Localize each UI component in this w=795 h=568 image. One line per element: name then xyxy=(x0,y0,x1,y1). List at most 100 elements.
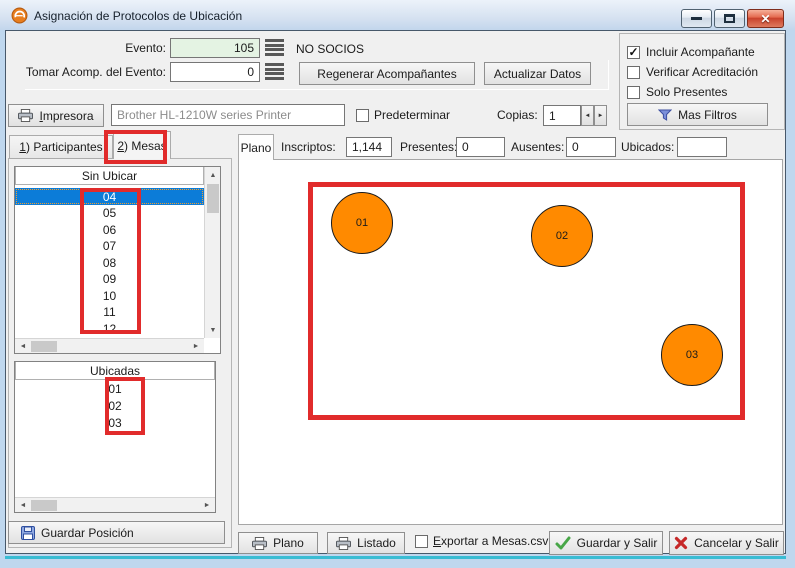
close-icon: ✕ xyxy=(760,13,770,25)
ubicadas-rows: 01 02 03 xyxy=(15,380,215,497)
sin-ubicar-row[interactable]: 08 xyxy=(15,255,204,272)
sin-ubicar-row-selected[interactable]: 04 xyxy=(15,188,204,205)
exportar-mesas-label: Exportar a Mesas.csv xyxy=(433,534,548,549)
scroll-up-icon[interactable]: ▲ xyxy=(205,169,221,181)
ubicados-label: Ubicados: xyxy=(621,140,674,155)
check-icon xyxy=(555,536,571,550)
guardar-posicion-button[interactable]: Guardar Posición xyxy=(8,521,225,544)
minimize-icon xyxy=(691,17,702,20)
sin-ubicar-row[interactable]: 12 xyxy=(15,321,204,338)
scrollbar-thumb[interactable] xyxy=(31,341,57,352)
imprimir-listado-button[interactable]: Listado xyxy=(327,532,405,554)
sin-ubicar-row[interactable]: 06 xyxy=(15,222,204,239)
ubicadas-horizontal-scrollbar[interactable]: ◄ ► xyxy=(15,497,215,512)
guardar-y-salir-button[interactable]: Guardar y Salir xyxy=(549,531,663,555)
save-icon xyxy=(21,526,35,540)
evento-label: Evento: xyxy=(60,41,166,56)
tomar-acomp-field[interactable]: 0 xyxy=(170,62,260,82)
imprimir-plano-button[interactable]: Plano xyxy=(238,532,318,554)
printer-name-value: Brother HL-1210W series Printer xyxy=(117,108,291,122)
cancelar-y-salir-button[interactable]: Cancelar y Salir xyxy=(669,531,784,555)
incluir-acompanante-label: Incluir Acompañante xyxy=(646,45,755,60)
printer-icon xyxy=(336,537,351,550)
title-bar[interactable]: Asignación de Protocolos de Ubicación xyxy=(0,0,795,30)
scroll-right-icon[interactable]: ► xyxy=(201,498,213,513)
ausentes-field[interactable]: 0 xyxy=(566,137,616,157)
evento-field[interactable]: 105 xyxy=(170,38,260,58)
close-button[interactable]: ✕ xyxy=(747,9,784,28)
x-icon xyxy=(674,536,688,550)
incluir-acompanante-checkbox[interactable]: ✓ xyxy=(627,46,640,59)
sin-ubicar-row[interactable]: 11 xyxy=(15,304,204,321)
ubicadas-header: Ubicadas xyxy=(15,362,215,380)
tab-participantes[interactable]: 1) Participantes xyxy=(9,135,113,159)
ubicados-field[interactable] xyxy=(677,137,727,157)
impresora-label: Impresora xyxy=(39,109,93,123)
sin-ubicar-header: Sin Ubicar xyxy=(15,167,204,185)
app-icon xyxy=(11,7,28,24)
scroll-down-icon[interactable]: ▼ xyxy=(205,324,221,336)
sin-ubicar-rows: 04 05 06 07 08 09 10 11 12 xyxy=(15,188,204,338)
mas-filtros-button[interactable]: Mas Filtros xyxy=(627,103,768,126)
presentes-field[interactable]: 0 xyxy=(456,137,505,157)
ubicadas-row[interactable]: 03 xyxy=(15,414,215,431)
actualizar-datos-button[interactable]: Actualizar Datos xyxy=(484,62,591,85)
scroll-left-icon[interactable]: ◄ xyxy=(17,498,29,513)
verificar-acreditacion-checkbox[interactable]: ✓ xyxy=(627,66,640,79)
top-separator xyxy=(25,89,609,90)
checkmark-icon: ✓ xyxy=(628,46,638,58)
sin-ubicar-vertical-scrollbar[interactable]: ▲ ▼ xyxy=(204,167,220,338)
copias-label: Copias: xyxy=(497,108,538,123)
scroll-right-icon[interactable]: ► xyxy=(190,339,202,354)
maximize-icon xyxy=(724,14,735,23)
predeterminar-checkbox[interactable]: ✓ xyxy=(356,109,369,122)
printer-name-field[interactable]: Brother HL-1210W series Printer xyxy=(111,104,345,126)
predeterminar-label: Predeterminar xyxy=(374,108,450,123)
mesa-circle[interactable]: 01 xyxy=(331,192,393,254)
sin-ubicar-row[interactable]: 09 xyxy=(15,271,204,288)
solo-presentes-checkbox[interactable]: ✓ xyxy=(627,86,640,99)
app-window: Asignación de Protocolos de Ubicación ✕ … xyxy=(0,0,795,568)
inscriptos-label: Inscriptos: xyxy=(281,140,336,155)
inscriptos-field[interactable]: 1,144 xyxy=(346,137,392,157)
copias-spin-down-button[interactable]: ◄ xyxy=(581,105,594,126)
exportar-mesas-checkbox[interactable]: ✓ xyxy=(415,535,428,548)
sin-ubicar-horizontal-scrollbar[interactable]: ◄ ► xyxy=(15,338,204,353)
copias-field[interactable]: 1 xyxy=(543,105,581,126)
evento-lookup-icon[interactable] xyxy=(265,39,284,56)
mesa-circle[interactable]: 02 xyxy=(531,205,593,267)
mesa-circle[interactable]: 03 xyxy=(661,324,723,386)
top-separator-corner xyxy=(608,60,609,89)
sin-ubicar-row[interactable]: 10 xyxy=(15,288,204,305)
window-frame-accent xyxy=(5,556,786,559)
regenerar-acompanantes-button[interactable]: Regenerar Acompañantes xyxy=(299,62,475,85)
verificar-acreditacion-label: Verificar Acreditación xyxy=(646,65,758,80)
spin-right-icon: ► xyxy=(598,113,604,119)
solo-presentes-label: Solo Presentes xyxy=(646,85,727,100)
minimize-button[interactable] xyxy=(681,9,712,28)
copias-spin-up-button[interactable]: ► xyxy=(594,105,607,126)
ubicadas-row[interactable]: 02 xyxy=(15,397,215,414)
printer-icon xyxy=(18,109,33,122)
scrollbar-thumb[interactable] xyxy=(31,500,57,511)
tab-mesas[interactable]: 2) Mesas xyxy=(113,131,171,159)
ubicadas-row[interactable]: 01 xyxy=(15,380,215,397)
impresora-button[interactable]: Impresora xyxy=(8,104,104,127)
tomar-acomp-lookup-icon[interactable] xyxy=(265,63,284,80)
maximize-button[interactable] xyxy=(714,9,745,28)
presentes-label: Presentes: xyxy=(400,140,457,155)
ausentes-label: Ausentes: xyxy=(511,140,564,155)
copias-value: 1 xyxy=(549,109,556,123)
scrollbar-thumb[interactable] xyxy=(207,184,219,213)
printer-icon xyxy=(252,537,267,550)
evento-value: 105 xyxy=(234,41,254,55)
tab-plano[interactable]: Plano xyxy=(238,134,274,160)
tomar-acomp-value: 0 xyxy=(247,65,254,79)
sin-ubicar-row[interactable]: 07 xyxy=(15,238,204,255)
spin-left-icon: ◄ xyxy=(585,113,591,119)
evento-description: NO SOCIOS xyxy=(296,42,364,57)
window-title: Asignación de Protocolos de Ubicación xyxy=(34,9,242,23)
sin-ubicar-row[interactable]: 05 xyxy=(15,205,204,222)
funnel-icon xyxy=(658,109,672,121)
scroll-left-icon[interactable]: ◄ xyxy=(17,339,29,354)
